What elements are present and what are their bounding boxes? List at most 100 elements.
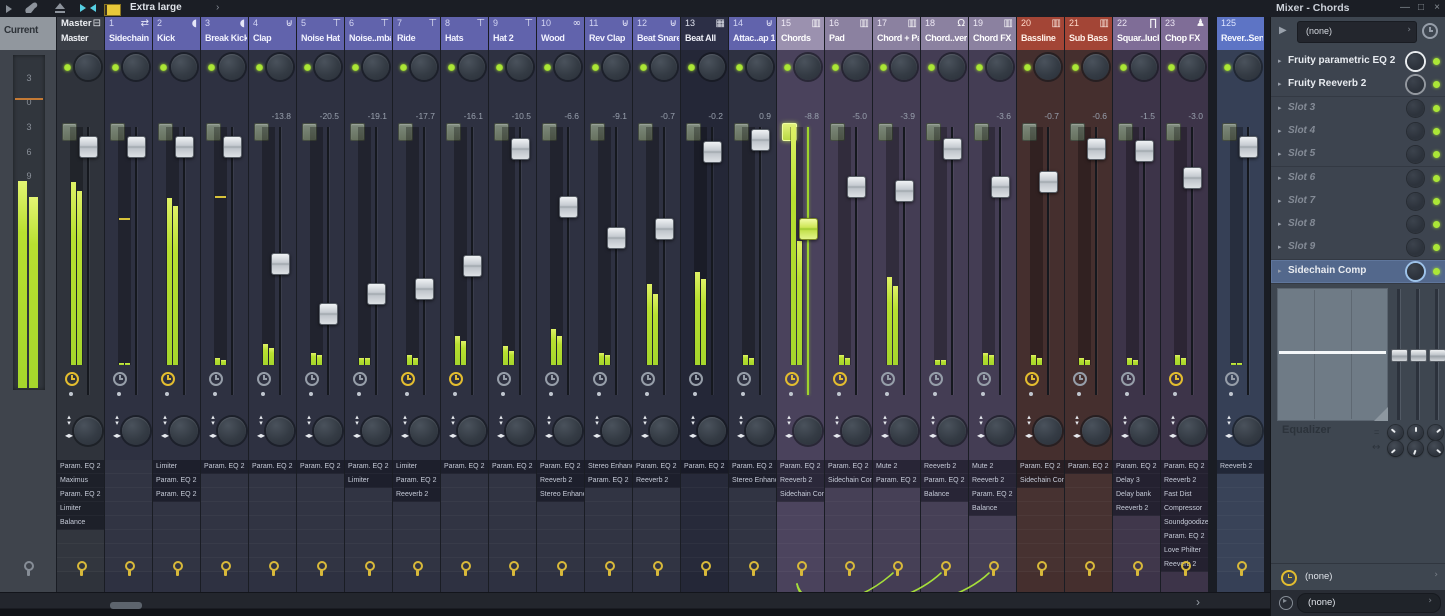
plugin-slot[interactable] bbox=[441, 516, 488, 530]
audio-input-plug-icon[interactable] bbox=[267, 561, 279, 576]
volume-fader-handle[interactable] bbox=[847, 176, 866, 198]
plugin-slot[interactable] bbox=[345, 516, 392, 530]
mixer-strip-hats[interactable]: 8⊤Hats-16.1▴▾◂▸Param. EQ 2▴▲ bbox=[441, 17, 488, 615]
plugin-slot[interactable] bbox=[489, 530, 536, 544]
plugin-slot[interactable] bbox=[153, 502, 200, 516]
eject-icon[interactable] bbox=[54, 3, 66, 14]
plugin-slot[interactable] bbox=[729, 544, 776, 558]
stereo-separation-icon[interactable]: ▴ ▾ bbox=[255, 414, 267, 427]
plugin-slot[interactable]: Reeverb 2 bbox=[921, 460, 968, 474]
scroll-right-chevron-icon[interactable]: › bbox=[1196, 595, 1200, 609]
strip-header[interactable]: 21 ▥ Sub Bass bbox=[1065, 17, 1112, 50]
channel-knob[interactable] bbox=[891, 54, 917, 80]
plugin-slot[interactable] bbox=[1217, 488, 1264, 502]
plugin-slot[interactable] bbox=[633, 516, 680, 530]
plugin-slot[interactable]: Param. EQ 2 bbox=[921, 474, 968, 488]
mixer-strip-bassline[interactable]: 20 ▥ Bassline -0.7 ▴ ▾ ◂▸ Param. EQ 2 Sidechain … bbox=[1017, 17, 1064, 615]
plugin-slot[interactable] bbox=[249, 530, 296, 544]
eq-knob[interactable] bbox=[1428, 425, 1443, 440]
volume-fader-handle[interactable] bbox=[991, 176, 1010, 198]
strip-header[interactable]: Master ⊟ Master bbox=[57, 17, 104, 50]
record-clock-icon[interactable] bbox=[593, 372, 607, 386]
audio-input-plug-icon[interactable] bbox=[1131, 561, 1143, 576]
plugin-slot[interactable] bbox=[729, 516, 776, 530]
slot-enable-led-icon[interactable] bbox=[1433, 58, 1440, 65]
channel-knob[interactable] bbox=[507, 54, 533, 80]
fader-track[interactable] bbox=[183, 127, 185, 395]
record-clock-icon[interactable] bbox=[305, 372, 319, 386]
mixer-strip-chord-verb[interactable]: 18 Ω Chord..verb ▴▾◂▸Reeverb 2Param. EQ 2Ba… bbox=[921, 17, 968, 616]
stereo-separation-icon[interactable]: ▴ ▾ bbox=[975, 414, 987, 427]
plugin-slot[interactable] bbox=[1113, 516, 1160, 530]
plugin-slot[interactable] bbox=[345, 502, 392, 516]
slot-mix-knob[interactable] bbox=[1407, 76, 1424, 94]
pan-knob[interactable] bbox=[362, 417, 390, 445]
volume-fader-handle[interactable] bbox=[415, 278, 434, 300]
hand-tool-icon[interactable] bbox=[24, 2, 39, 14]
audio-input-plug-icon[interactable] bbox=[171, 561, 183, 576]
plugin-slot[interactable] bbox=[297, 530, 344, 544]
slot-enable-led-icon[interactable] bbox=[1433, 197, 1440, 205]
mixer-strip-chop-fx[interactable]: 23 ♟ Chop FX -3.0 ▴ ▾ ◂▸ Param. EQ 2 Reeverb 2 Fa… bbox=[1161, 17, 1208, 615]
plugin-slot[interactable]: Param. EQ 2 bbox=[873, 474, 920, 488]
fader-track[interactable] bbox=[999, 127, 1001, 395]
stereo-separation-icon[interactable]: ▴ ▾ bbox=[1023, 414, 1035, 427]
plugin-slot[interactable]: Param. EQ 2 bbox=[825, 460, 872, 474]
size-chevron-icon[interactable]: › bbox=[216, 2, 219, 13]
plugin-slot[interactable]: Stereo Enhancer bbox=[729, 474, 776, 488]
plugin-slot[interactable]: Balance bbox=[57, 516, 104, 530]
mixer-strip-sub-bass[interactable]: 21▥Sub Bass-0.6▴▾◂▸Param. EQ 2▴▲ bbox=[1065, 17, 1112, 615]
mixer-strip-sidechain[interactable]: 1 ⇄ Sidechain ▴▾◂▸▴▲ bbox=[105, 17, 152, 615]
plugin-slot[interactable]: Param. EQ 2 bbox=[153, 488, 200, 502]
record-clock-icon[interactable] bbox=[113, 372, 127, 386]
volume-fader-handle[interactable] bbox=[463, 255, 482, 277]
slot-enable-led-icon[interactable] bbox=[1433, 221, 1440, 229]
strip-header[interactable]: 15 ▥ Chords bbox=[777, 17, 824, 50]
mixer-strip-kick[interactable]: 2 ◖ Kick ▴▾◂▸LimiterParam. EQ 2Param. EQ 2▴… bbox=[153, 17, 200, 615]
channel-knob[interactable] bbox=[939, 54, 965, 80]
plugin-slot[interactable] bbox=[345, 530, 392, 544]
mixer-strip-attac-ap-14[interactable]: 14⊎Attac..ap 140.9▴▾◂▸Param. EQ 2Stereo … bbox=[729, 17, 776, 615]
plugin-slot[interactable] bbox=[1065, 530, 1112, 544]
channel-knob[interactable] bbox=[795, 54, 821, 80]
plugin-slot[interactable] bbox=[249, 516, 296, 530]
pan-knob[interactable] bbox=[650, 417, 678, 445]
audio-input-plug-icon[interactable] bbox=[603, 561, 615, 576]
plugin-slot[interactable] bbox=[825, 502, 872, 516]
plugin-slot[interactable] bbox=[105, 530, 152, 544]
plugin-slot[interactable]: Love Philter bbox=[1161, 544, 1208, 558]
audio-input-plug-icon[interactable] bbox=[315, 561, 327, 576]
strip-header[interactable]: 5 ⊤ Noise Hat bbox=[297, 17, 344, 50]
eq-knob[interactable] bbox=[1388, 441, 1403, 456]
plugin-slot[interactable] bbox=[1017, 502, 1064, 516]
plugin-slot[interactable]: Param. EQ 2 bbox=[777, 460, 824, 474]
plugin-slot[interactable] bbox=[681, 544, 728, 558]
pan-knob[interactable] bbox=[842, 417, 870, 445]
plugin-slot[interactable] bbox=[681, 502, 728, 516]
plugin-slot[interactable] bbox=[633, 502, 680, 516]
record-clock-icon[interactable] bbox=[1121, 372, 1135, 386]
record-clock-icon[interactable] bbox=[881, 372, 895, 386]
plugin-slot[interactable] bbox=[249, 474, 296, 488]
plugin-slot[interactable] bbox=[1217, 516, 1264, 530]
maximize-button[interactable]: □ bbox=[1414, 1, 1428, 15]
pan-knob[interactable] bbox=[794, 417, 822, 445]
plugin-slot[interactable] bbox=[585, 488, 632, 502]
audio-input-plug-icon[interactable] bbox=[795, 561, 807, 576]
eq-display[interactable] bbox=[1277, 288, 1388, 421]
plugin-slot[interactable]: Param. EQ 2 bbox=[537, 460, 584, 474]
plugin-slot[interactable]: Param. EQ 2 bbox=[201, 460, 248, 474]
plugin-slot[interactable] bbox=[537, 530, 584, 544]
audio-input-plug-icon[interactable] bbox=[555, 561, 567, 576]
color-swatch-icon[interactable] bbox=[104, 4, 121, 16]
plugin-slot[interactable] bbox=[777, 530, 824, 544]
fader-track[interactable] bbox=[423, 127, 425, 395]
plugin-slot[interactable]: Param. EQ 2 bbox=[393, 474, 440, 488]
eq-knob[interactable] bbox=[1408, 425, 1423, 440]
plugin-slot[interactable] bbox=[105, 502, 152, 516]
input-source-dropdown[interactable]: (none) › bbox=[1297, 21, 1417, 43]
eq-band-slider-handle[interactable] bbox=[1410, 349, 1427, 362]
stereo-separation-icon[interactable]: ▴ ▾ bbox=[1223, 414, 1235, 427]
plugin-slot[interactable]: Param. EQ 2 bbox=[249, 460, 296, 474]
effect-slot-slot-8[interactable]: ▸ Slot 8 bbox=[1271, 213, 1445, 238]
